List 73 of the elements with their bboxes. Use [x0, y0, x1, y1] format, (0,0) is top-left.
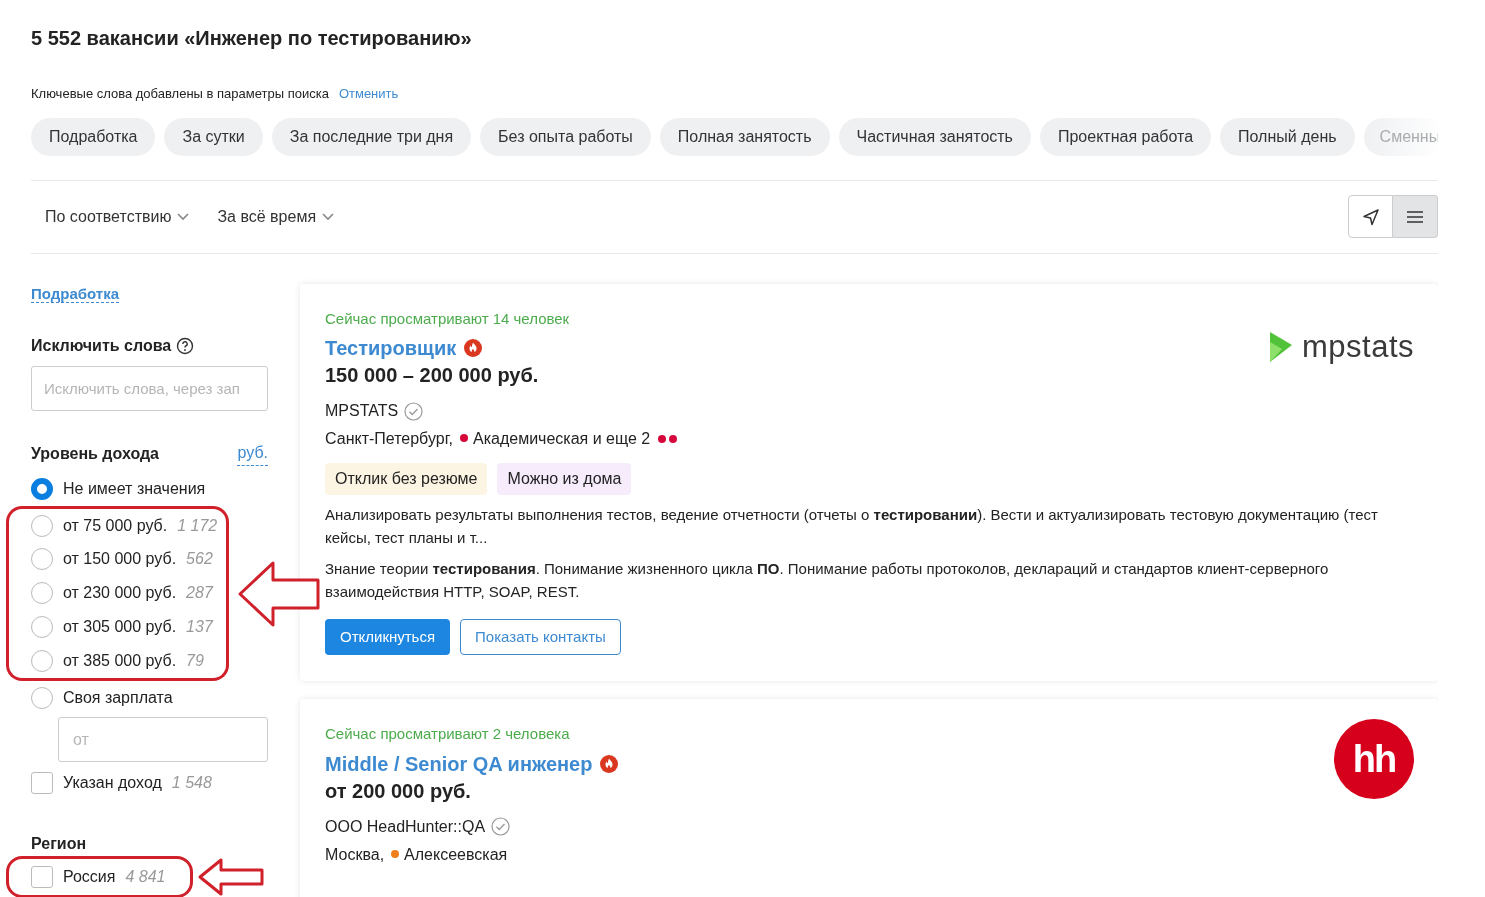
exclude-words-field[interactable]: Исключить слова, через зап: [31, 366, 268, 411]
map-view-button[interactable]: [1348, 195, 1393, 238]
option-label[interactable]: от 230 000 руб.: [63, 581, 177, 605]
vacancy-tag: Можно из дома: [497, 463, 632, 495]
option-label[interactable]: от 75 000 руб.: [63, 513, 168, 538]
exclude-words-heading: Исключить слова: [31, 336, 172, 356]
option-label[interactable]: Указан доход: [63, 771, 162, 795]
option-count: 1 172: [177, 515, 218, 536]
company-logo: hh: [1334, 719, 1414, 799]
filter-chip[interactable]: Полный день: [1220, 117, 1355, 156]
company-name[interactable]: MPSTATS: [325, 399, 399, 423]
option-count: 4 841: [125, 867, 166, 887]
chevron-down-icon: [322, 212, 335, 221]
checkbox[interactable]: [31, 866, 53, 888]
chevron-down-icon: [177, 212, 190, 221]
radio-button[interactable]: [31, 650, 53, 672]
filter-chip[interactable]: Подработка: [31, 117, 156, 156]
show-contacts-button[interactable]: Показать контакты: [460, 619, 621, 655]
left-arrow-annotation: [197, 857, 265, 897]
cancel-link[interactable]: Отменить: [338, 86, 399, 101]
metro-station: Академическая и еще 2: [473, 429, 651, 449]
filter-chip[interactable]: Проектная работа: [1039, 117, 1212, 156]
respond-button[interactable]: Откликнуться: [325, 619, 451, 655]
option-label[interactable]: Россия: [63, 865, 116, 889]
income-level-heading: Уровень дохода: [31, 443, 159, 464]
salary-from-field[interactable]: от: [58, 717, 268, 762]
option-label[interactable]: от 305 000 руб.: [63, 615, 177, 639]
company-name[interactable]: ООО HeadHunter::QA: [325, 814, 486, 839]
filter-chip[interactable]: Частичная занятость: [838, 117, 1031, 156]
radio-button[interactable]: [31, 687, 53, 709]
radio-button[interactable]: [31, 478, 53, 500]
checkbox[interactable]: [31, 772, 53, 794]
description-text: Анализировать результаты выполнения тестов, ведение отчетности (отчеты о тестировании). Вести и актуализировать тестовую документацию (тест кейсы, тест планы и т...: [325, 505, 1379, 548]
help-icon: [176, 337, 195, 355]
option-label[interactable]: от 150 000 руб.: [63, 547, 177, 571]
keywords-note: Ключевые слова добавлены в параметры поиска: [31, 86, 329, 101]
part-time-link[interactable]: Подработка: [31, 284, 120, 303]
metro-station: Алексеевская: [404, 844, 508, 865]
option-count: 137: [186, 617, 213, 637]
vacancy-tag: Отклик без резюме: [325, 463, 488, 495]
salary-text: 150 000 – 200 000 руб.: [325, 363, 540, 387]
sort-dropdown[interactable]: За всё время: [203, 204, 349, 229]
option-label[interactable]: Своя зарплата: [63, 686, 173, 710]
option-count: 287: [186, 583, 213, 603]
radio-button[interactable]: [31, 582, 53, 604]
region-heading: Регион: [31, 834, 88, 854]
filter-chip[interactable]: За последние три дня: [271, 117, 472, 156]
filter-chip[interactable]: Без опыта работы: [480, 117, 651, 156]
navigation-arrow-icon: [1361, 207, 1380, 226]
viewers-note: Сейчас просматривают 2 человека: [325, 724, 571, 744]
description-text: Знание теории тестирования. Понимание жизненного цикла ПО. Понимание работы протоколов, деклараций и стандартов клиент-серверного взаимодействия HTTP, SOAP, REST.: [325, 559, 1330, 602]
option-count: 562: [186, 549, 213, 569]
salary-text: от 200 000 руб.: [325, 778, 472, 803]
option-label[interactable]: от 385 000 руб.: [63, 649, 177, 673]
viewers-note: Сейчас просматривают 14 человек: [325, 308, 570, 329]
filter-chip[interactable]: Полная занятость: [659, 117, 830, 156]
currency-link[interactable]: руб.: [237, 441, 268, 466]
radio-button[interactable]: [31, 616, 53, 638]
city-text: Санкт-Петербург,: [325, 429, 453, 449]
company-logo: mpstats: [1267, 307, 1414, 387]
list-view-button[interactable]: [1393, 195, 1438, 238]
menu-icon: [1407, 210, 1423, 223]
option-label[interactable]: Не имеет значения: [63, 477, 206, 501]
city-text: Москва,: [325, 844, 385, 865]
option-count: 79: [186, 651, 204, 671]
sort-dropdown[interactable]: По соответствию: [31, 204, 204, 229]
radio-button[interactable]: [31, 514, 53, 537]
vacancy-title-link[interactable]: Middle / Senior QA инженер: [325, 748, 593, 779]
filter-chip[interactable]: За сутки: [164, 117, 263, 156]
option-count: 1 548: [171, 773, 212, 793]
page-title: 5 552 вакансии «Инженер по тестированию»: [31, 26, 473, 50]
vacancy-title-link[interactable]: Тестировщик: [325, 333, 457, 363]
radio-button[interactable]: [31, 548, 53, 570]
